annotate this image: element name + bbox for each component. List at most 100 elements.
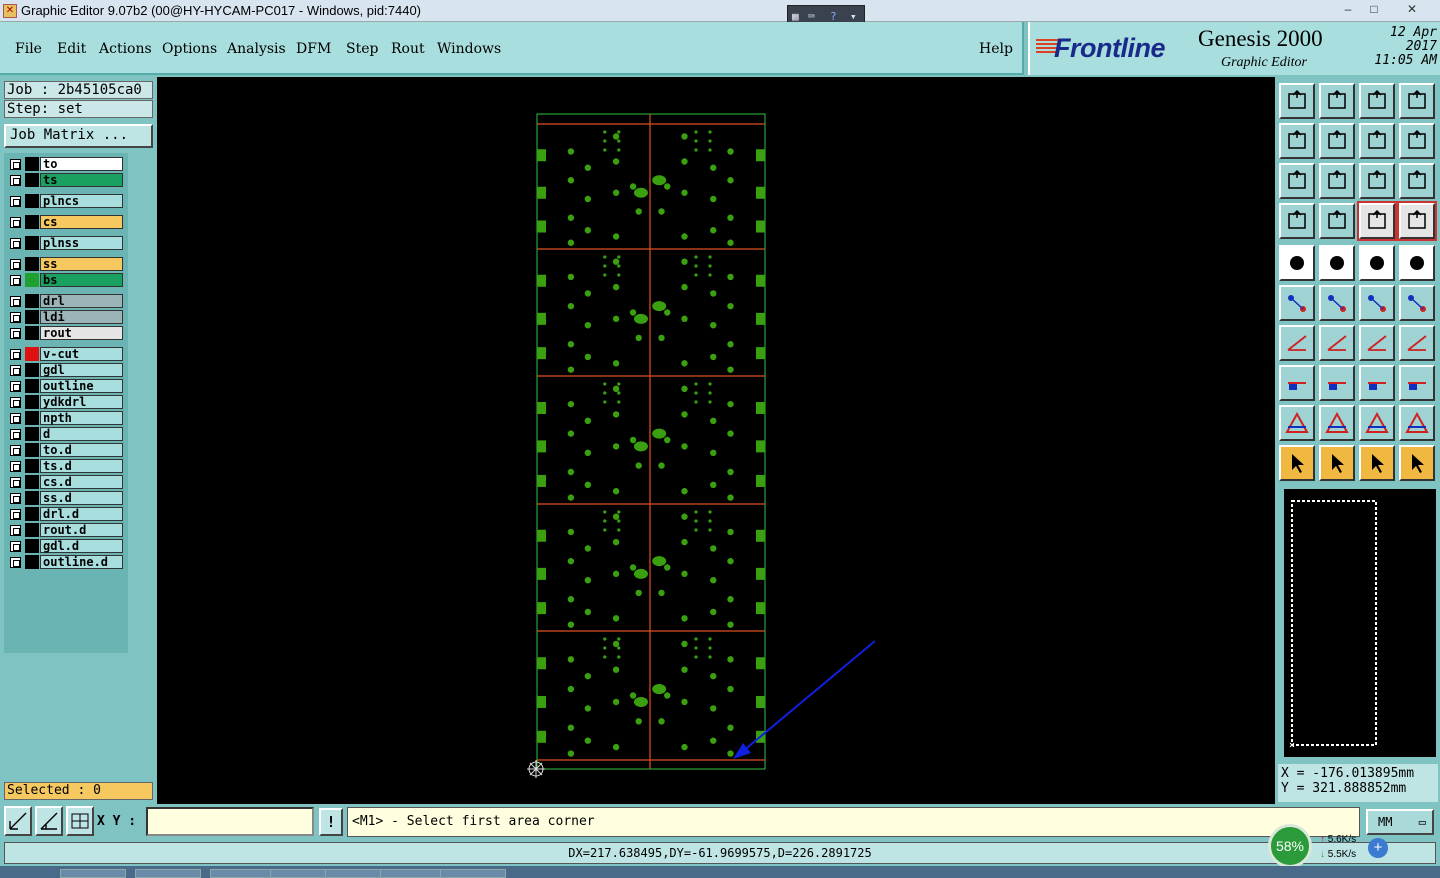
layer-checkbox[interactable] <box>10 328 21 339</box>
settings-button[interactable] <box>1279 203 1315 239</box>
pointer-net-button[interactable] <box>1399 445 1435 481</box>
measure-button[interactable] <box>1359 365 1395 401</box>
layer-name[interactable]: gdl <box>40 363 123 377</box>
zoom-center-button[interactable] <box>1319 163 1355 199</box>
menu-edit[interactable]: Edit <box>57 41 86 57</box>
triangle-button[interactable] <box>1279 405 1315 441</box>
align-button[interactable] <box>1399 325 1435 361</box>
help-button[interactable] <box>1399 163 1435 199</box>
layer-checkbox[interactable] <box>10 275 21 286</box>
layer-color-swatch[interactable] <box>25 459 39 473</box>
layer-row-v-cut[interactable]: v-cut <box>4 347 126 361</box>
menu-help[interactable]: Help <box>979 41 1013 57</box>
layer-name[interactable]: gdl.d <box>40 539 123 553</box>
move-right-button[interactable] <box>1319 123 1355 159</box>
taskbar-item[interactable] <box>210 869 276 878</box>
layer-color-swatch[interactable] <box>25 523 39 537</box>
layer-name[interactable]: ss <box>40 257 123 271</box>
layer-color-swatch[interactable] <box>25 507 39 521</box>
taskbar-item[interactable] <box>440 869 506 878</box>
layer-row-outline[interactable]: outline <box>4 379 126 393</box>
layer-checkbox[interactable] <box>10 413 21 424</box>
menu-file[interactable]: File <box>15 41 42 57</box>
layer-checkbox[interactable] <box>10 259 21 270</box>
layer-checkbox[interactable] <box>10 296 21 307</box>
layer-row-cs[interactable]: cs <box>4 215 126 229</box>
layer-name[interactable]: ts.d <box>40 459 123 473</box>
layer-name[interactable]: ydkdrl <box>40 395 123 409</box>
menu-analysis[interactable]: Analysis <box>227 41 286 57</box>
layer-color-swatch[interactable] <box>25 411 39 425</box>
layer-color-swatch[interactable] <box>25 491 39 505</box>
layer-color-swatch[interactable] <box>25 379 39 393</box>
menu-actions[interactable]: Actions <box>99 41 152 57</box>
menu-options[interactable]: Options <box>162 41 217 57</box>
grid-mode-button[interactable] <box>66 806 94 836</box>
minimize-button[interactable]: – <box>1336 0 1360 20</box>
panel-button[interactable] <box>1399 83 1435 119</box>
shapes-button[interactable] <box>1399 365 1435 401</box>
menu-windows[interactable]: Windows <box>437 41 501 57</box>
menu-step[interactable]: Step <box>346 41 378 57</box>
bottom-view-button[interactable] <box>1319 83 1355 119</box>
layer-row-ts.d[interactable]: ts.d <box>4 459 126 473</box>
layer-checkbox[interactable] <box>10 493 21 504</box>
layer-checkbox[interactable] <box>10 397 21 408</box>
layer-color-swatch[interactable] <box>25 326 39 340</box>
dash-button[interactable] <box>1319 365 1355 401</box>
menu-dfm[interactable]: DFM <box>296 41 331 57</box>
layer-name[interactable]: outline.d <box>40 555 123 569</box>
layers-button[interactable] <box>1357 201 1397 241</box>
layer-color-swatch[interactable] <box>25 427 39 441</box>
layer-color-swatch[interactable] <box>25 215 39 229</box>
layer-color-swatch[interactable] <box>25 236 39 250</box>
taskbar-item[interactable] <box>60 869 126 878</box>
layer-row-drl.d[interactable]: drl.d <box>4 507 126 521</box>
layer-name[interactable]: rout.d <box>40 523 123 537</box>
layer-checkbox[interactable] <box>10 238 21 249</box>
pad-button[interactable] <box>1279 245 1315 281</box>
node-button[interactable] <box>1279 285 1315 321</box>
layer-color-swatch[interactable] <box>25 173 39 187</box>
layer-row-drl[interactable]: drl <box>4 294 126 308</box>
layer-row-ldi[interactable]: ldi <box>4 310 126 324</box>
layer-color-swatch[interactable] <box>25 257 39 271</box>
layer-checkbox[interactable] <box>10 525 21 536</box>
layer-row-rout.d[interactable]: rout.d <box>4 523 126 537</box>
angle-button[interactable] <box>1279 325 1315 361</box>
layer-color-swatch[interactable] <box>25 363 39 377</box>
layer-color-swatch[interactable] <box>25 310 39 324</box>
layer-name[interactable]: d <box>40 427 123 441</box>
menu-rout[interactable]: Rout <box>391 41 425 57</box>
triangle-arrow-button[interactable] <box>1319 405 1355 441</box>
triangle-cross-button[interactable] <box>1399 405 1435 441</box>
layer-checkbox[interactable] <box>10 509 21 520</box>
layer-name[interactable]: drl.d <box>40 507 123 521</box>
rotate-button[interactable] <box>1359 325 1395 361</box>
layer-name[interactable]: v-cut <box>40 347 123 361</box>
layer-name[interactable]: ts <box>40 173 123 187</box>
layer-row-to[interactable]: to <box>4 157 126 171</box>
measure-mode-button[interactable] <box>35 806 63 836</box>
taskbar-item[interactable] <box>380 869 446 878</box>
snap-mode-button[interactable] <box>4 806 32 836</box>
maximize-button[interactable]: □ <box>1362 0 1386 20</box>
layer-row-d[interactable]: d <box>4 427 126 441</box>
layer-checkbox[interactable] <box>10 175 21 186</box>
layer-color-swatch[interactable] <box>25 294 39 308</box>
ratio-button[interactable] <box>1359 163 1395 199</box>
corner-button[interactable] <box>1279 365 1315 401</box>
layer-name[interactable]: to.d <box>40 443 123 457</box>
line-color-button[interactable] <box>1319 245 1355 281</box>
layer-name[interactable]: drl <box>40 294 123 308</box>
layer-row-to.d[interactable]: to.d <box>4 443 126 457</box>
zoom-fit-button[interactable] <box>1279 163 1315 199</box>
cross-button[interactable] <box>1319 285 1355 321</box>
layer-name[interactable]: cs.d <box>40 475 123 489</box>
layer-row-outline.d[interactable]: outline.d <box>4 555 126 569</box>
layer-name[interactable]: to <box>40 157 123 171</box>
layer-checkbox[interactable] <box>10 196 21 207</box>
layer-name[interactable]: ss.d <box>40 491 123 505</box>
layer-checkbox[interactable] <box>10 159 21 170</box>
move-left-button[interactable] <box>1279 123 1315 159</box>
